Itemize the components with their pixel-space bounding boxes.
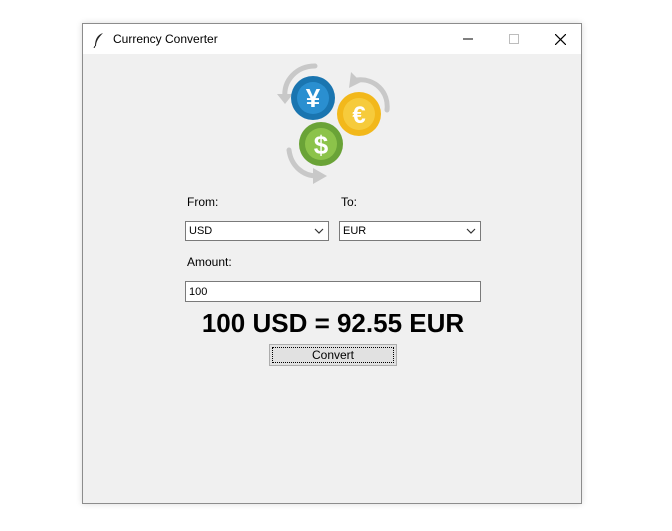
amount-value: 100: [189, 286, 208, 298]
conversion-result: 100 USD = 92.55 EUR: [201, 308, 465, 338]
from-label: From:: [187, 195, 219, 209]
dollar-coin-icon: $: [299, 122, 343, 166]
dollar-symbol: $: [314, 130, 329, 160]
from-currency-value: USD: [189, 225, 213, 237]
close-icon: [554, 33, 566, 45]
chevron-down-icon: [466, 228, 476, 234]
focus-ring: [272, 347, 394, 363]
currency-exchange-logo: ¥ € $: [277, 63, 390, 184]
euro-coin-icon: €: [337, 92, 381, 136]
arrow-head-icon: [313, 168, 327, 184]
maximize-icon: [509, 34, 519, 44]
arrow-head-icon: [277, 94, 293, 104]
chevron-down-icon: [314, 228, 324, 234]
to-currency-select[interactable]: EUR: [339, 221, 481, 241]
to-label: To:: [341, 195, 358, 209]
from-currency-select[interactable]: USD: [185, 221, 329, 241]
app-window: Currency Converter ¥ € $ From: To: USD E…: [82, 23, 582, 504]
window-title: Currency Converter: [113, 32, 218, 46]
yen-coin-icon: ¥: [291, 76, 335, 120]
minimize-icon: [463, 38, 473, 40]
feather-icon: [93, 33, 103, 48]
maximize-button[interactable]: [491, 24, 537, 54]
euro-symbol: €: [352, 102, 365, 129]
minimize-button[interactable]: [445, 24, 491, 54]
to-currency-value: EUR: [343, 225, 367, 237]
title-bar[interactable]: Currency Converter: [83, 24, 581, 54]
amount-label: Amount:: [187, 255, 232, 269]
close-button[interactable]: [537, 24, 583, 54]
yen-symbol: ¥: [306, 83, 321, 113]
convert-button[interactable]: Convert: [269, 344, 397, 366]
amount-input[interactable]: 100: [185, 281, 481, 302]
